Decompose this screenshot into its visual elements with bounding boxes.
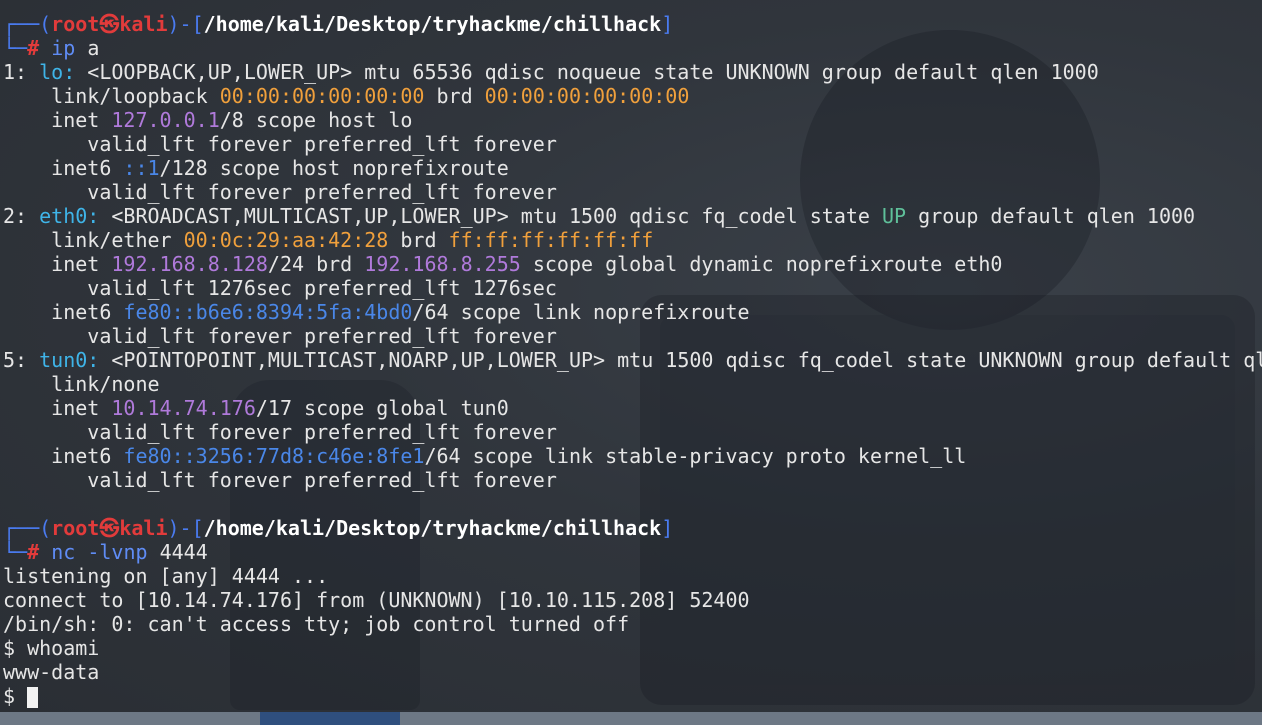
command-port: 4444 (159, 540, 208, 564)
prompt-user: root (51, 12, 100, 36)
prompt-line-bottom: └─# nc -lvnp 4444 (3, 540, 1262, 564)
output-line: 1: lo: <LOOPBACK,UP,LOWER_UP> mtu 65536 … (3, 60, 1099, 84)
ipv4-address: 10.14.74.176 (111, 396, 256, 420)
interface-name: lo: (39, 60, 76, 84)
output-line: valid_lft forever preferred_lft forever (3, 468, 557, 492)
prompt-host: kali (119, 516, 168, 540)
prompt-frame: └─ (3, 36, 28, 60)
prompt-frame: ┌──( (3, 516, 52, 540)
output-line: valid_lft 1276sec preferred_lft 1276sec (3, 276, 557, 300)
output-line: inet 192.168.8.128/24 brd 192.168.8.255 … (3, 252, 1003, 276)
prompt-frame: ] (661, 516, 674, 540)
shell-output-line: www-data (3, 660, 100, 684)
command-name: nc (51, 540, 76, 564)
prompt-symbol: # (27, 36, 40, 60)
mac-address: 00:0c:29:aa:42:28 (183, 228, 389, 252)
prompt-frame: )-[ (167, 12, 204, 36)
mac-address: 00:00:00:00:00:00 (219, 84, 425, 108)
prompt-path: /home/kali/Desktop/tryhackme/chillhack (203, 516, 662, 540)
output-line: 2: eth0: <BROADCAST,MULTICAST,UP,LOWER_U… (3, 204, 1196, 228)
ipv4-address: 127.0.0.1 (111, 108, 220, 132)
output-line: inet6 ::1/128 scope host noprefixroute (3, 156, 509, 180)
interface-name: eth0: (39, 204, 100, 228)
output-line: connect to [10.14.74.176] from (UNKNOWN)… (3, 588, 750, 612)
ipv6-address: fe80::b6e6:8394:5fa:4bd0 (123, 300, 413, 324)
prompt-user: root (51, 516, 100, 540)
prompt-frame: )-[ (167, 516, 204, 540)
output-line: listening on [any] 4444 ... (3, 564, 329, 588)
terminal-output: ┌──(root㉿kali)-[/home/kali/Desktop/tryha… (3, 12, 1262, 708)
output-line: inet6 fe80::3256:77d8:c46e:8fe1/64 scope… (3, 444, 967, 468)
output-line: valid_lft forever preferred_lft forever (3, 132, 557, 156)
prompt-frame: ┌──( (3, 12, 52, 36)
ipv6-address: fe80::3256:77d8:c46e:8fe1 (123, 444, 425, 468)
mac-address: 00:00:00:00:00:00 (484, 84, 690, 108)
mac-address: ff:ff:ff:ff:ff:ff (448, 228, 654, 252)
wallpaper-bottom-strip-accent (260, 712, 400, 725)
terminal-window[interactable]: ┌──(root㉿kali)-[/home/kali/Desktop/tryha… (0, 0, 1262, 725)
output-line: link/none (3, 372, 160, 396)
prompt-line-top: ┌──(root㉿kali)-[/home/kali/Desktop/tryha… (3, 516, 1262, 540)
ipv4-address: 192.168.8.128 (111, 252, 268, 276)
output-line: valid_lft forever preferred_lft forever (3, 420, 557, 444)
link-state: UP (882, 204, 907, 228)
prompt-line-bottom: └─# ip a (3, 36, 1262, 60)
output-line: valid_lft forever preferred_lft forever (3, 180, 557, 204)
prompt-frame: └─ (3, 540, 28, 564)
wallpaper-bottom-strip (0, 712, 1262, 725)
command-name: ip (51, 36, 76, 60)
prompt-symbol: # (27, 540, 40, 564)
ipv4-address: 192.168.8.255 (364, 252, 521, 276)
kali-skull-icon: ㉿ (99, 12, 120, 36)
shell-prompt: $ (3, 684, 28, 708)
interface-name: tun0: (39, 348, 100, 372)
prompt-path: /home/kali/Desktop/tryhackme/chillhack (203, 12, 662, 36)
ipv6-address: ::1 (123, 156, 160, 180)
text-cursor[interactable] (27, 687, 39, 708)
command-args: a (75, 36, 100, 60)
output-line: inet6 fe80::b6e6:8394:5fa:4bd0/64 scope … (3, 300, 750, 324)
output-line: inet 127.0.0.1/8 scope host lo (3, 108, 413, 132)
shell-input-line[interactable]: $ (3, 684, 1262, 708)
output-line: 5: tun0: <POINTOPOINT,MULTICAST,NOARP,UP… (3, 348, 1262, 372)
output-line: valid_lft forever preferred_lft forever (3, 324, 557, 348)
output-line: /bin/sh: 0: can't access tty; job contro… (3, 612, 630, 636)
shell-command-line: $ whoami (3, 636, 100, 660)
output-line: link/ether 00:0c:29:aa:42:28 brd ff:ff:f… (3, 228, 654, 252)
kali-skull-icon: ㉿ (99, 516, 120, 540)
prompt-host: kali (119, 12, 168, 36)
command-args: -lvnp (75, 540, 160, 564)
prompt-line-top: ┌──(root㉿kali)-[/home/kali/Desktop/tryha… (3, 12, 1262, 36)
prompt-frame: ] (661, 12, 674, 36)
output-line: inet 10.14.74.176/17 scope global tun0 (3, 396, 509, 420)
output-line: link/loopback 00:00:00:00:00:00 brd 00:0… (3, 84, 690, 108)
